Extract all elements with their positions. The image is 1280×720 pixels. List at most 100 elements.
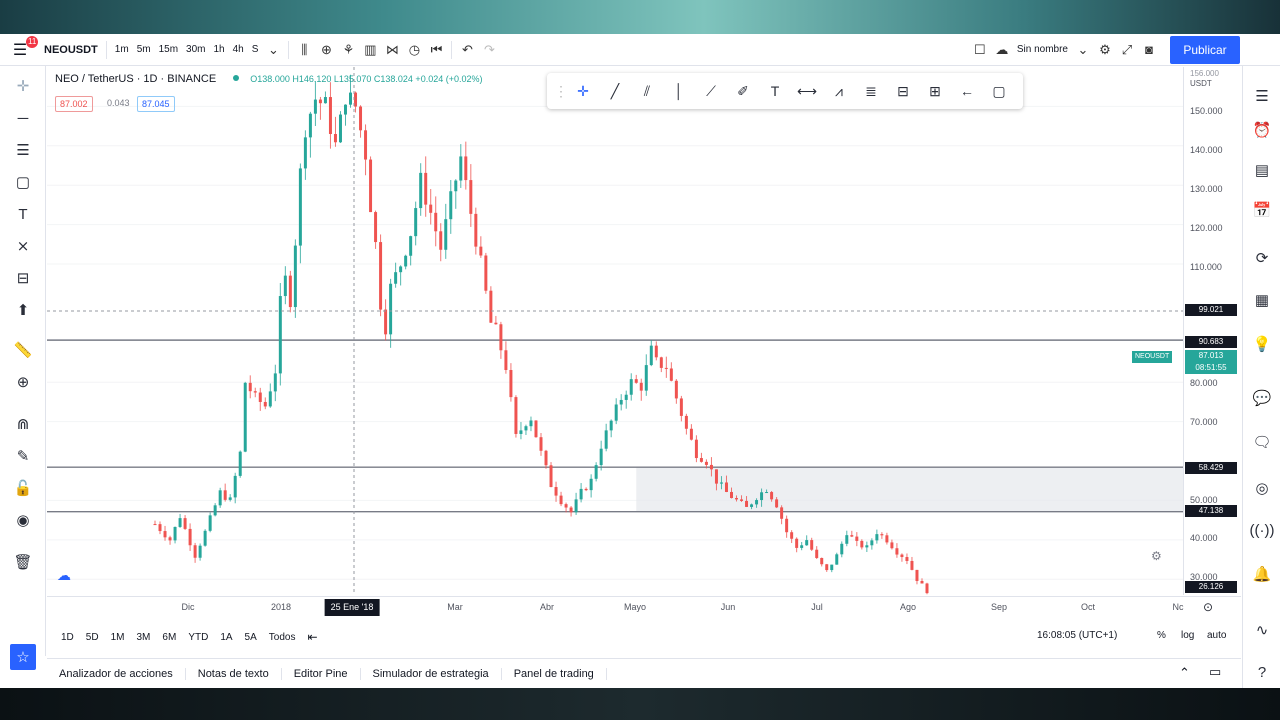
candle-body[interactable]	[479, 246, 483, 256]
candle-body[interactable]	[449, 191, 453, 220]
candle-body[interactable]	[308, 113, 312, 138]
candle-body[interactable]	[414, 208, 418, 237]
interval-15m[interactable]: 15m	[155, 44, 182, 55]
fullscreen-icon[interactable]: ⤢	[1116, 39, 1138, 61]
calendar-grid-icon[interactable]: ▦	[1250, 288, 1274, 312]
candle-body[interactable]	[714, 469, 718, 484]
candle-body[interactable]	[193, 545, 197, 558]
time-axis[interactable]: Dic 2018 Mar Abr Mayo Jun Jul Ago Sep Oc…	[47, 596, 1241, 618]
candle-body[interactable]	[729, 491, 733, 499]
candle-body[interactable]	[674, 380, 678, 399]
range-1m[interactable]: 1M	[105, 632, 131, 643]
arrow-left-icon[interactable]: ←	[955, 79, 979, 103]
candle-body[interactable]	[258, 392, 262, 402]
trash-icon[interactable]: 🗑	[11, 550, 35, 574]
candle-body[interactable]	[288, 275, 292, 308]
indicators-icon[interactable]: ▥	[359, 39, 381, 61]
candle-body[interactable]	[534, 420, 538, 438]
tab-stock-screener[interactable]: Analizador de acciones	[47, 667, 186, 680]
pattern-icon[interactable]: ⩘	[827, 79, 851, 103]
candle-body[interactable]	[554, 487, 558, 496]
candle-body[interactable]	[915, 569, 919, 581]
candlestick-chart[interactable]	[47, 67, 1183, 595]
price-axis[interactable]: USDT 156.000 150.000 140.000 130.000 120…	[1183, 67, 1241, 595]
zoom-in-icon[interactable]: ⊕	[11, 370, 35, 394]
crosshair-icon[interactable]: ✛	[11, 74, 35, 98]
candle-body[interactable]	[333, 134, 337, 143]
range-1a[interactable]: 1A	[214, 632, 238, 643]
candle-body[interactable]	[318, 99, 322, 104]
chart-settings-icon[interactable]: ⚙	[1151, 549, 1162, 563]
horizontal-line-icon[interactable]: ⟷	[795, 79, 819, 103]
candle-body[interactable]	[875, 534, 879, 541]
trend-line-icon[interactable]: ─	[11, 106, 35, 130]
candle-body[interactable]	[639, 382, 643, 391]
candle-body[interactable]	[865, 545, 869, 548]
legend-symbol-title[interactable]: NEO / TetherUS · 1D · BINANCE	[55, 73, 216, 85]
candle-body[interactable]	[574, 499, 578, 513]
candle-body[interactable]	[845, 535, 849, 544]
redo-icon[interactable]: ↷	[478, 39, 500, 61]
candle-body[interactable]	[559, 495, 563, 505]
magnet-icon[interactable]: ⋒	[11, 412, 35, 436]
tab-strategy-tester[interactable]: Simulador de estrategia	[361, 667, 502, 680]
range-5a[interactable]: 5A	[239, 632, 263, 643]
interval-5m[interactable]: 5m	[133, 44, 155, 55]
candle-body[interactable]	[830, 564, 834, 571]
range-5d[interactable]: 5D	[80, 632, 105, 643]
candle-body[interactable]	[253, 391, 257, 393]
candle-body[interactable]	[790, 532, 794, 539]
tab-text-notes[interactable]: Notas de texto	[186, 667, 282, 680]
clock-timezone[interactable]: 16:08:05 (UTC+1)	[1037, 630, 1117, 641]
candle-body[interactable]	[454, 180, 458, 192]
candle-body[interactable]	[735, 498, 739, 500]
candle-body[interactable]	[303, 137, 307, 169]
crosshair-icon[interactable]: ✛	[571, 79, 595, 103]
data-window-icon[interactable]: ▤	[1250, 158, 1274, 182]
candle-body[interactable]	[529, 420, 533, 427]
candle-body[interactable]	[238, 451, 242, 476]
candle-body[interactable]	[795, 538, 799, 548]
candle-body[interactable]	[584, 488, 588, 491]
candle-body[interactable]	[228, 497, 232, 500]
candle-body[interactable]	[469, 180, 473, 214]
candle-body[interactable]	[755, 500, 759, 505]
candle-body[interactable]	[920, 580, 924, 584]
chevron-down-icon[interactable]: ⌄	[262, 39, 284, 61]
candle-body[interactable]	[268, 391, 272, 407]
candle-body[interactable]	[444, 219, 448, 250]
sell-price-box[interactable]: 87.002	[55, 96, 93, 112]
candle-body[interactable]	[775, 499, 779, 508]
candle-body[interactable]	[374, 212, 378, 243]
candle-body[interactable]	[359, 106, 363, 131]
candle-body[interactable]	[825, 564, 829, 571]
notifications-bell-icon[interactable]: 🔔	[1250, 562, 1274, 586]
chat-bubble-icon[interactable]: 🗨	[1250, 430, 1274, 454]
alarm-clock-icon[interactable]: ⏰	[1250, 118, 1274, 142]
indicators-plus-icon[interactable]: ⊕	[315, 39, 337, 61]
candle-body[interactable]	[399, 266, 403, 273]
chevron-up-icon[interactable]: ⌃	[1179, 665, 1190, 681]
candle-body[interactable]	[394, 272, 398, 284]
rectangle-icon[interactable]: ▢	[11, 170, 35, 194]
candle-body[interactable]	[780, 507, 784, 519]
candle-body[interactable]	[198, 545, 202, 558]
candle-body[interactable]	[709, 464, 713, 470]
range-1d[interactable]: 1D	[47, 632, 80, 643]
candle-body[interactable]	[188, 528, 192, 546]
candle-body[interactable]	[689, 428, 693, 440]
candle-body[interactable]	[669, 368, 673, 381]
candle-body[interactable]	[599, 448, 603, 466]
candle-body[interactable]	[499, 324, 503, 351]
candle-body[interactable]	[619, 399, 623, 405]
favorites-star-icon[interactable]: ☆	[10, 644, 36, 670]
candle-body[interactable]	[785, 518, 789, 533]
go-to-realtime-icon[interactable]: ⊙	[1203, 600, 1213, 614]
candle-body[interactable]	[855, 536, 859, 541]
candle-body[interactable]	[213, 505, 217, 516]
interval-30m[interactable]: 30m	[182, 44, 209, 55]
maximize-panel-icon[interactable]: ▭	[1209, 664, 1221, 680]
candle-body[interactable]	[900, 554, 904, 558]
candle-body[interactable]	[208, 515, 212, 531]
ideas-bulb-icon[interactable]: 💡	[1250, 332, 1274, 356]
